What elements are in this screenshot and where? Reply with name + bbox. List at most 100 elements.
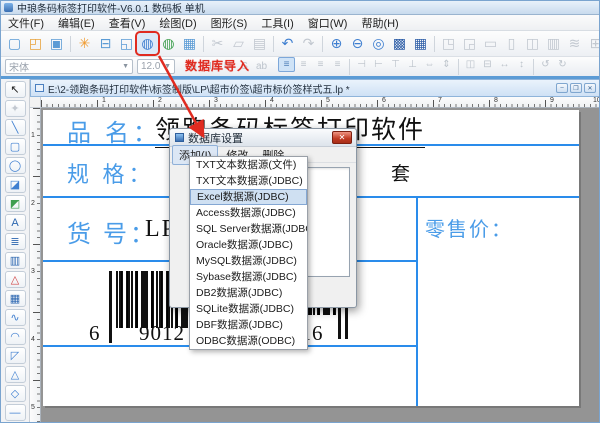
dist-bottom-icon[interactable]: ⊥ <box>404 57 421 72</box>
close-icon[interactable]: ✕ <box>332 131 352 144</box>
unit-value[interactable]: 套 <box>391 159 410 186</box>
menu-item[interactable]: 帮助(H) <box>354 14 405 32</box>
curve-tool[interactable]: ∿ <box>5 309 26 326</box>
barcode-digits-mid: 9012 <box>139 321 185 346</box>
zoom-out-icon[interactable]: ⊖ <box>347 33 368 54</box>
group-icon[interactable]: ▭ <box>480 33 501 54</box>
fit-window-icon[interactable]: ▩ <box>389 33 410 54</box>
lock-icon[interactable]: ◫ <box>522 33 543 54</box>
font-family-select[interactable]: 宋体 ▼ <box>5 59 133 74</box>
format-toolbar: 宋体 ▼ 12.0 ▼ BIUSab ≡≡≡≡⊣⊢⊤⊥⇔⇕◫⊟↔↕↺↻ <box>1 57 600 76</box>
menu-item[interactable]: 窗口(W) <box>301 14 355 32</box>
datasource-menu-item[interactable]: DBF数据源(JDBC) <box>190 317 307 333</box>
datasource-menu-item[interactable]: TXT文本数据源(JDBC) <box>190 173 307 189</box>
datasource-menu-item[interactable]: SQL Server数据源(JDBC) <box>190 221 307 237</box>
menu-bar: 文件(F)编辑(E)查看(V)绘图(D)图形(S)工具(I)窗口(W)帮助(H) <box>1 15 600 31</box>
line-tool[interactable]: ╲ <box>5 119 26 136</box>
separator <box>67 34 74 54</box>
copy-icon[interactable]: ▱ <box>228 33 249 54</box>
retail-price-label[interactable]: 零售价： <box>425 213 513 242</box>
same-height-icon[interactable]: ⊟ <box>479 57 496 72</box>
dist-top-icon[interactable]: ⊤ <box>387 57 404 72</box>
zoom-in-icon[interactable]: ⊕ <box>326 33 347 54</box>
zoom-actual-icon[interactable]: ◎ <box>368 33 389 54</box>
triangle-tool[interactable]: △ <box>5 366 26 383</box>
rotate-right-icon[interactable]: ◲ <box>459 33 480 54</box>
align-right-icon[interactable]: ≡ <box>312 57 329 72</box>
redo-icon[interactable]: ↷ <box>298 33 319 54</box>
doc-window-button[interactable]: – <box>556 83 568 93</box>
doc-window-button[interactable]: ✕ <box>584 83 596 93</box>
ellipse-tool[interactable]: ◯ <box>5 157 26 174</box>
grid-icon[interactable]: ▦ <box>179 33 200 54</box>
rotate-left-icon[interactable]: ◳ <box>438 33 459 54</box>
product-name-label[interactable]: 品 名： <box>67 113 161 148</box>
dist-v-icon[interactable]: ⇕ <box>438 57 455 72</box>
qrcode-tool[interactable]: ▦ <box>5 290 26 307</box>
align-left-icon[interactable]: ≡ <box>278 57 295 72</box>
paste-icon[interactable]: ▤ <box>249 33 270 54</box>
datasource-menu-item[interactable]: Oracle数据源(JDBC) <box>190 237 307 253</box>
spec-label[interactable]: 规 格： <box>67 157 155 189</box>
space-v-icon[interactable]: ↕ <box>513 57 530 72</box>
menu-item[interactable]: 图形(S) <box>204 14 255 32</box>
align-justify-icon[interactable]: ≡ <box>329 57 346 72</box>
align-center-icon[interactable]: ≡ <box>295 57 312 72</box>
diamond-tool[interactable]: ◇ <box>5 385 26 402</box>
font-size-select[interactable]: 12.0 ▼ <box>137 59 175 74</box>
select-tool[interactable]: ↖ <box>5 81 26 98</box>
database-import-icon[interactable]: ◍ <box>137 33 158 54</box>
save-icon[interactable]: ▣ <box>46 33 67 54</box>
order-icon[interactable]: ≋ <box>564 33 585 54</box>
polygon-tool[interactable]: ◸ <box>5 347 26 364</box>
menu-item[interactable]: 查看(V) <box>102 14 153 32</box>
menu-item[interactable]: 工具(I) <box>254 14 300 32</box>
barcode-tool[interactable]: ▥ <box>5 252 26 269</box>
separator <box>530 57 537 77</box>
application-window: 中琅条码标签打印软件-V6.0.1 数码板 单机 文件(F)编辑(E)查看(V)… <box>0 0 600 423</box>
open-file-icon[interactable]: ◰ <box>25 33 46 54</box>
datasource-menu-item[interactable]: MySQL数据源(JDBC) <box>190 253 307 269</box>
dist-right-icon[interactable]: ⊢ <box>370 57 387 72</box>
fill-icon[interactable]: ▥ <box>543 33 564 54</box>
datasource-menu-item[interactable]: DB2数据源(JDBC) <box>190 285 307 301</box>
horizontal-ruler: 12345678910 <box>41 97 600 108</box>
merge-icon[interactable]: ⊞ <box>585 33 600 54</box>
datasource-menu-item[interactable]: ODBC数据源(ODBC) <box>190 333 307 349</box>
dist-left-icon[interactable]: ⊣ <box>353 57 370 72</box>
fit-page-icon[interactable]: ▦ <box>410 33 431 54</box>
space-h-icon[interactable]: ↔ <box>496 57 513 72</box>
text-tool[interactable]: A <box>5 214 26 231</box>
arc-tool[interactable]: ◠ <box>5 328 26 345</box>
rich-text-tool[interactable]: ≣ <box>5 233 26 250</box>
shape-tool[interactable]: △ <box>5 271 26 288</box>
clear-format-icon[interactable]: ab <box>253 59 270 74</box>
menu-item[interactable]: 绘图(D) <box>152 14 203 32</box>
cut-icon[interactable]: ✂ <box>207 33 228 54</box>
datasource-menu-item[interactable]: Excel数据源(JDBC) <box>190 189 307 205</box>
datasource-menu-item[interactable]: TXT文本数据源(文件) <box>190 157 307 173</box>
hline-tool[interactable]: — <box>5 404 26 421</box>
datasource-menu-item[interactable]: SQLite数据源(JDBC) <box>190 301 307 317</box>
settings-icon[interactable]: ✳ <box>74 33 95 54</box>
print-icon[interactable]: ⊟ <box>95 33 116 54</box>
ungroup-icon[interactable]: ▯ <box>501 33 522 54</box>
same-width-icon[interactable]: ◫ <box>462 57 479 72</box>
database-add-icon[interactable]: ◍ <box>158 33 179 54</box>
rotate-ccw-icon[interactable]: ↺ <box>537 57 554 72</box>
doc-window-button[interactable]: ❐ <box>570 83 582 93</box>
picture-tool[interactable]: ◩ <box>5 195 26 212</box>
rotate-tool[interactable]: ✦ <box>5 100 26 117</box>
menu-item[interactable]: 文件(F) <box>1 14 51 32</box>
new-document-icon[interactable]: ▢ <box>4 33 25 54</box>
menu-item[interactable]: 编辑(E) <box>51 14 102 32</box>
dist-h-icon[interactable]: ⇔ <box>421 57 438 72</box>
image-tool[interactable]: ◪ <box>5 176 26 193</box>
rotate-cw-icon[interactable]: ↻ <box>554 57 571 72</box>
item-no-label[interactable]: 货 号： <box>67 214 157 249</box>
rounded-rect-tool[interactable]: ▢ <box>5 138 26 155</box>
undo-icon[interactable]: ↶ <box>277 33 298 54</box>
datasource-menu-item[interactable]: Access数据源(JDBC) <box>190 205 307 221</box>
print-preview-icon[interactable]: ◱ <box>116 33 137 54</box>
datasource-menu-item[interactable]: Sybase数据源(JDBC) <box>190 269 307 285</box>
